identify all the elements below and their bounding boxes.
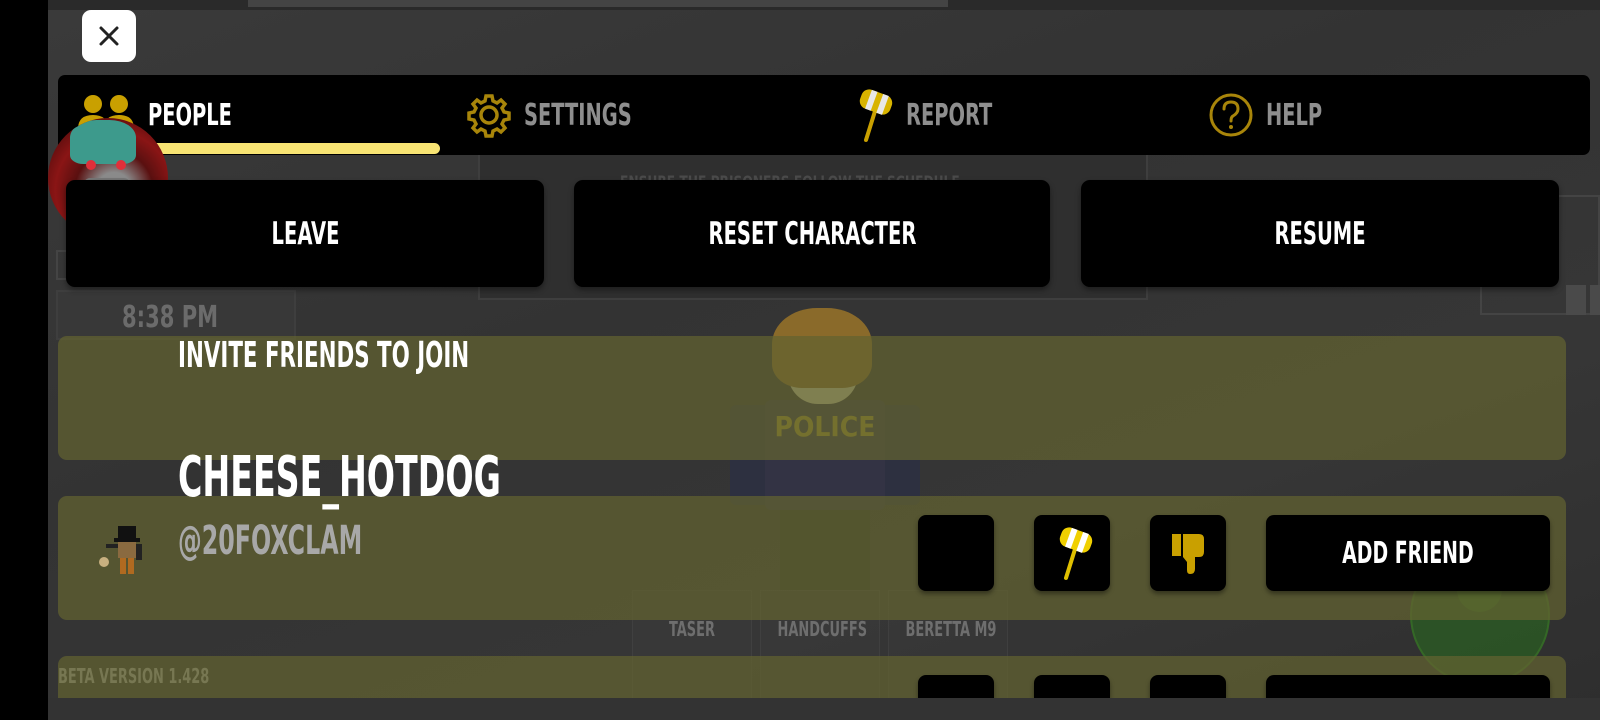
tab-label: PEOPLE (148, 97, 232, 133)
tab-settings[interactable]: SETTINGS (466, 75, 674, 155)
player-display-name: CHEESE_HOTDOG (178, 445, 501, 510)
resume-label: RESUME (1274, 215, 1366, 252)
player-username: @20FOXCLAM (178, 518, 363, 564)
report-player-button[interactable] (1034, 675, 1110, 698)
reset-character-button[interactable]: RESET CHARACTER (574, 180, 1050, 287)
close-icon (99, 26, 119, 46)
resume-button[interactable]: RESUME (1081, 180, 1559, 287)
leave-button[interactable]: LEAVE (66, 180, 544, 287)
player-action-blank-button[interactable] (918, 675, 994, 698)
version-label: BETA VERSION 1.428 (58, 664, 210, 688)
game-clock: 8:38 PM (122, 300, 219, 335)
wall-stripe (248, 0, 948, 7)
tab-help[interactable]: HELP (1208, 75, 1344, 155)
add-friend-button[interactable] (1266, 675, 1550, 698)
leave-label: LEAVE (271, 215, 339, 252)
hotbar-label: BERETTA M9 (905, 617, 997, 641)
gavel-icon (859, 89, 893, 142)
report-player-button[interactable] (1034, 515, 1110, 591)
thumbs-down-icon (1172, 534, 1204, 574)
avatar-hair (70, 120, 136, 164)
dislike-player-button[interactable] (1150, 675, 1226, 698)
dislike-player-button[interactable] (1150, 515, 1226, 591)
player-avatar (99, 526, 142, 574)
hotbar-label: HANDCUFFS (777, 617, 868, 641)
gavel-icon (1059, 527, 1093, 580)
close-menu-button[interactable] (82, 10, 136, 62)
paper (1590, 285, 1600, 315)
tab-label: REPORT (906, 97, 993, 133)
tab-report[interactable]: REPORT (850, 75, 1026, 155)
invite-friends-label: INVITE FRIENDS TO JOIN (178, 335, 470, 376)
add-friend-label: ADD FRIEND (1342, 535, 1474, 571)
tab-label: SETTINGS (524, 97, 632, 133)
gear-icon (467, 94, 511, 138)
help-icon (1209, 93, 1253, 137)
avatar-eyes (86, 160, 126, 170)
tab-label: HELP (1266, 97, 1323, 133)
add-friend-button[interactable]: ADD FRIEND (1266, 515, 1550, 591)
paper (1566, 285, 1586, 315)
player-action-blank-button[interactable] (918, 515, 994, 591)
hotbar-label: TASER (669, 617, 715, 641)
reset-label: RESET CHARACTER (708, 215, 916, 252)
scene-floor (48, 698, 1600, 720)
